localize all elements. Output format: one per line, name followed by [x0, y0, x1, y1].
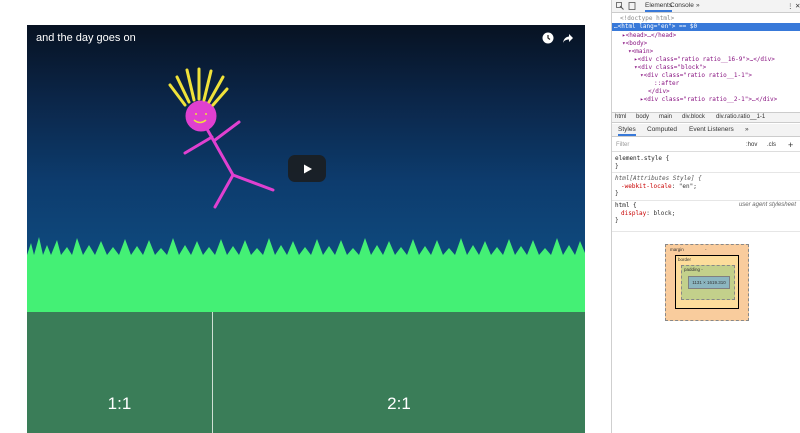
dom-node[interactable]: ▾<div class="ratio ratio__1-1">	[612, 72, 800, 80]
breadcrumb-item[interactable]: html	[615, 114, 626, 120]
kebab-menu-icon[interactable]: ⋮	[787, 2, 794, 10]
video-title[interactable]: and the day goes on	[36, 32, 136, 44]
rule-close: }	[615, 190, 619, 197]
dom-node[interactable]: ::after	[612, 80, 800, 88]
dom-node[interactable]: ▾<main>	[612, 48, 800, 56]
tab-computed[interactable]: Computed	[647, 126, 677, 133]
breadcrumb-item[interactable]: body	[636, 114, 649, 120]
tab-event-listeners[interactable]: Event Listeners	[689, 126, 734, 133]
rule-selector: html[Attributes Style] {	[615, 175, 702, 182]
dom-node[interactable]: <!doctype html>	[612, 15, 800, 23]
css-property[interactable]: -webkit-locale	[621, 183, 672, 190]
css-rule-element-style: element.style { }	[615, 155, 798, 170]
new-rule-button[interactable]: +	[788, 140, 793, 150]
css-value[interactable]: block;	[654, 210, 676, 217]
hov-toggle[interactable]: :hov	[746, 142, 757, 148]
box-model-border: border padding - 1131 × 1619.310	[675, 255, 739, 309]
play-icon	[304, 164, 312, 173]
share-icon[interactable]	[561, 31, 575, 45]
divider	[612, 200, 800, 201]
css-value[interactable]: "en";	[679, 183, 697, 190]
divider	[612, 231, 800, 232]
close-icon[interactable]: ✕	[795, 2, 800, 10]
css-rule-html: html { user agent stylesheet display: bl…	[615, 202, 796, 224]
css-rule-attributes: html[Attributes Style] { -webkit-locale:…	[615, 175, 798, 198]
tab-styles[interactable]: Styles	[618, 126, 636, 136]
ratio-label-1-1: 1:1	[107, 394, 132, 413]
dom-node[interactable]: ▸<div class="ratio ratio__2-1">…</div>	[612, 96, 800, 104]
dom-node-selected[interactable]: …<html lang="en"> == $0	[612, 23, 800, 31]
box-model-border-label: border	[678, 257, 692, 262]
rule-selector: element.style {	[615, 155, 670, 162]
styles-filter-bar: Filter :hov .cls +	[612, 140, 800, 152]
styles-subtabs: Styles Computed Event Listeners »	[612, 124, 800, 137]
breadcrumb: html body main div.block div.ratio.ratio…	[612, 112, 800, 123]
box-model-padding-label: padding -	[684, 267, 703, 272]
box-model-diagram: margin - border padding - 1131 × 1619.31…	[665, 244, 749, 321]
device-toggle-icon[interactable]	[628, 2, 636, 12]
dom-node[interactable]: ▸<head>…</head>	[612, 32, 800, 40]
play-button[interactable]	[288, 155, 326, 182]
box-model-padding: padding - 1131 × 1619.310	[681, 265, 735, 300]
rule-close: }	[615, 162, 619, 170]
divider	[612, 172, 800, 173]
filter-input[interactable]: Filter	[616, 142, 629, 148]
rule-source: user agent stylesheet	[738, 202, 796, 208]
ratio-block-1-1: 1:1	[27, 312, 212, 433]
dom-node[interactable]: ▾<body>	[612, 40, 800, 48]
ratio-block-2-1: 2:1	[213, 312, 585, 433]
breadcrumb-item[interactable]: main	[659, 114, 672, 120]
subtabs-overflow-button[interactable]: »	[745, 126, 749, 133]
video-player[interactable]: and the day goes on	[27, 25, 585, 312]
dom-node[interactable]: </div>	[612, 88, 800, 96]
box-model-margin-value: -	[705, 247, 707, 252]
tabs-overflow-button[interactable]: »	[696, 2, 700, 9]
stick-figure	[183, 100, 275, 209]
page-viewport: and the day goes on 1:1 2:1	[0, 0, 612, 433]
css-property[interactable]: display	[621, 210, 646, 217]
hair	[168, 67, 229, 107]
devtools-panel: Elements Console » ⋮ ✕ <!doctype html> ……	[611, 0, 800, 433]
dom-node[interactable]: ▸<div class="ratio ratio__16-9">…</div>	[612, 56, 800, 64]
devtools-toolbar: Elements Console » ⋮ ✕	[612, 0, 800, 13]
breadcrumb-item[interactable]: div.ratio.ratio__1-1	[716, 114, 765, 120]
dom-node[interactable]: ▾<div class="block">	[612, 64, 800, 72]
breadcrumb-item[interactable]: div.block	[682, 114, 705, 120]
tab-console[interactable]: Console	[670, 2, 694, 9]
box-model-margin-label: margin	[670, 247, 684, 252]
tab-elements[interactable]: Elements	[645, 2, 673, 12]
rule-close: }	[615, 217, 619, 224]
box-model-content[interactable]: 1131 × 1619.310	[688, 276, 730, 289]
inspect-element-icon[interactable]	[616, 2, 624, 12]
grass	[27, 237, 585, 312]
watch-later-icon[interactable]	[541, 31, 555, 45]
cls-toggle[interactable]: .cls	[767, 142, 776, 148]
ratio-label-2-1: 2:1	[387, 394, 411, 413]
